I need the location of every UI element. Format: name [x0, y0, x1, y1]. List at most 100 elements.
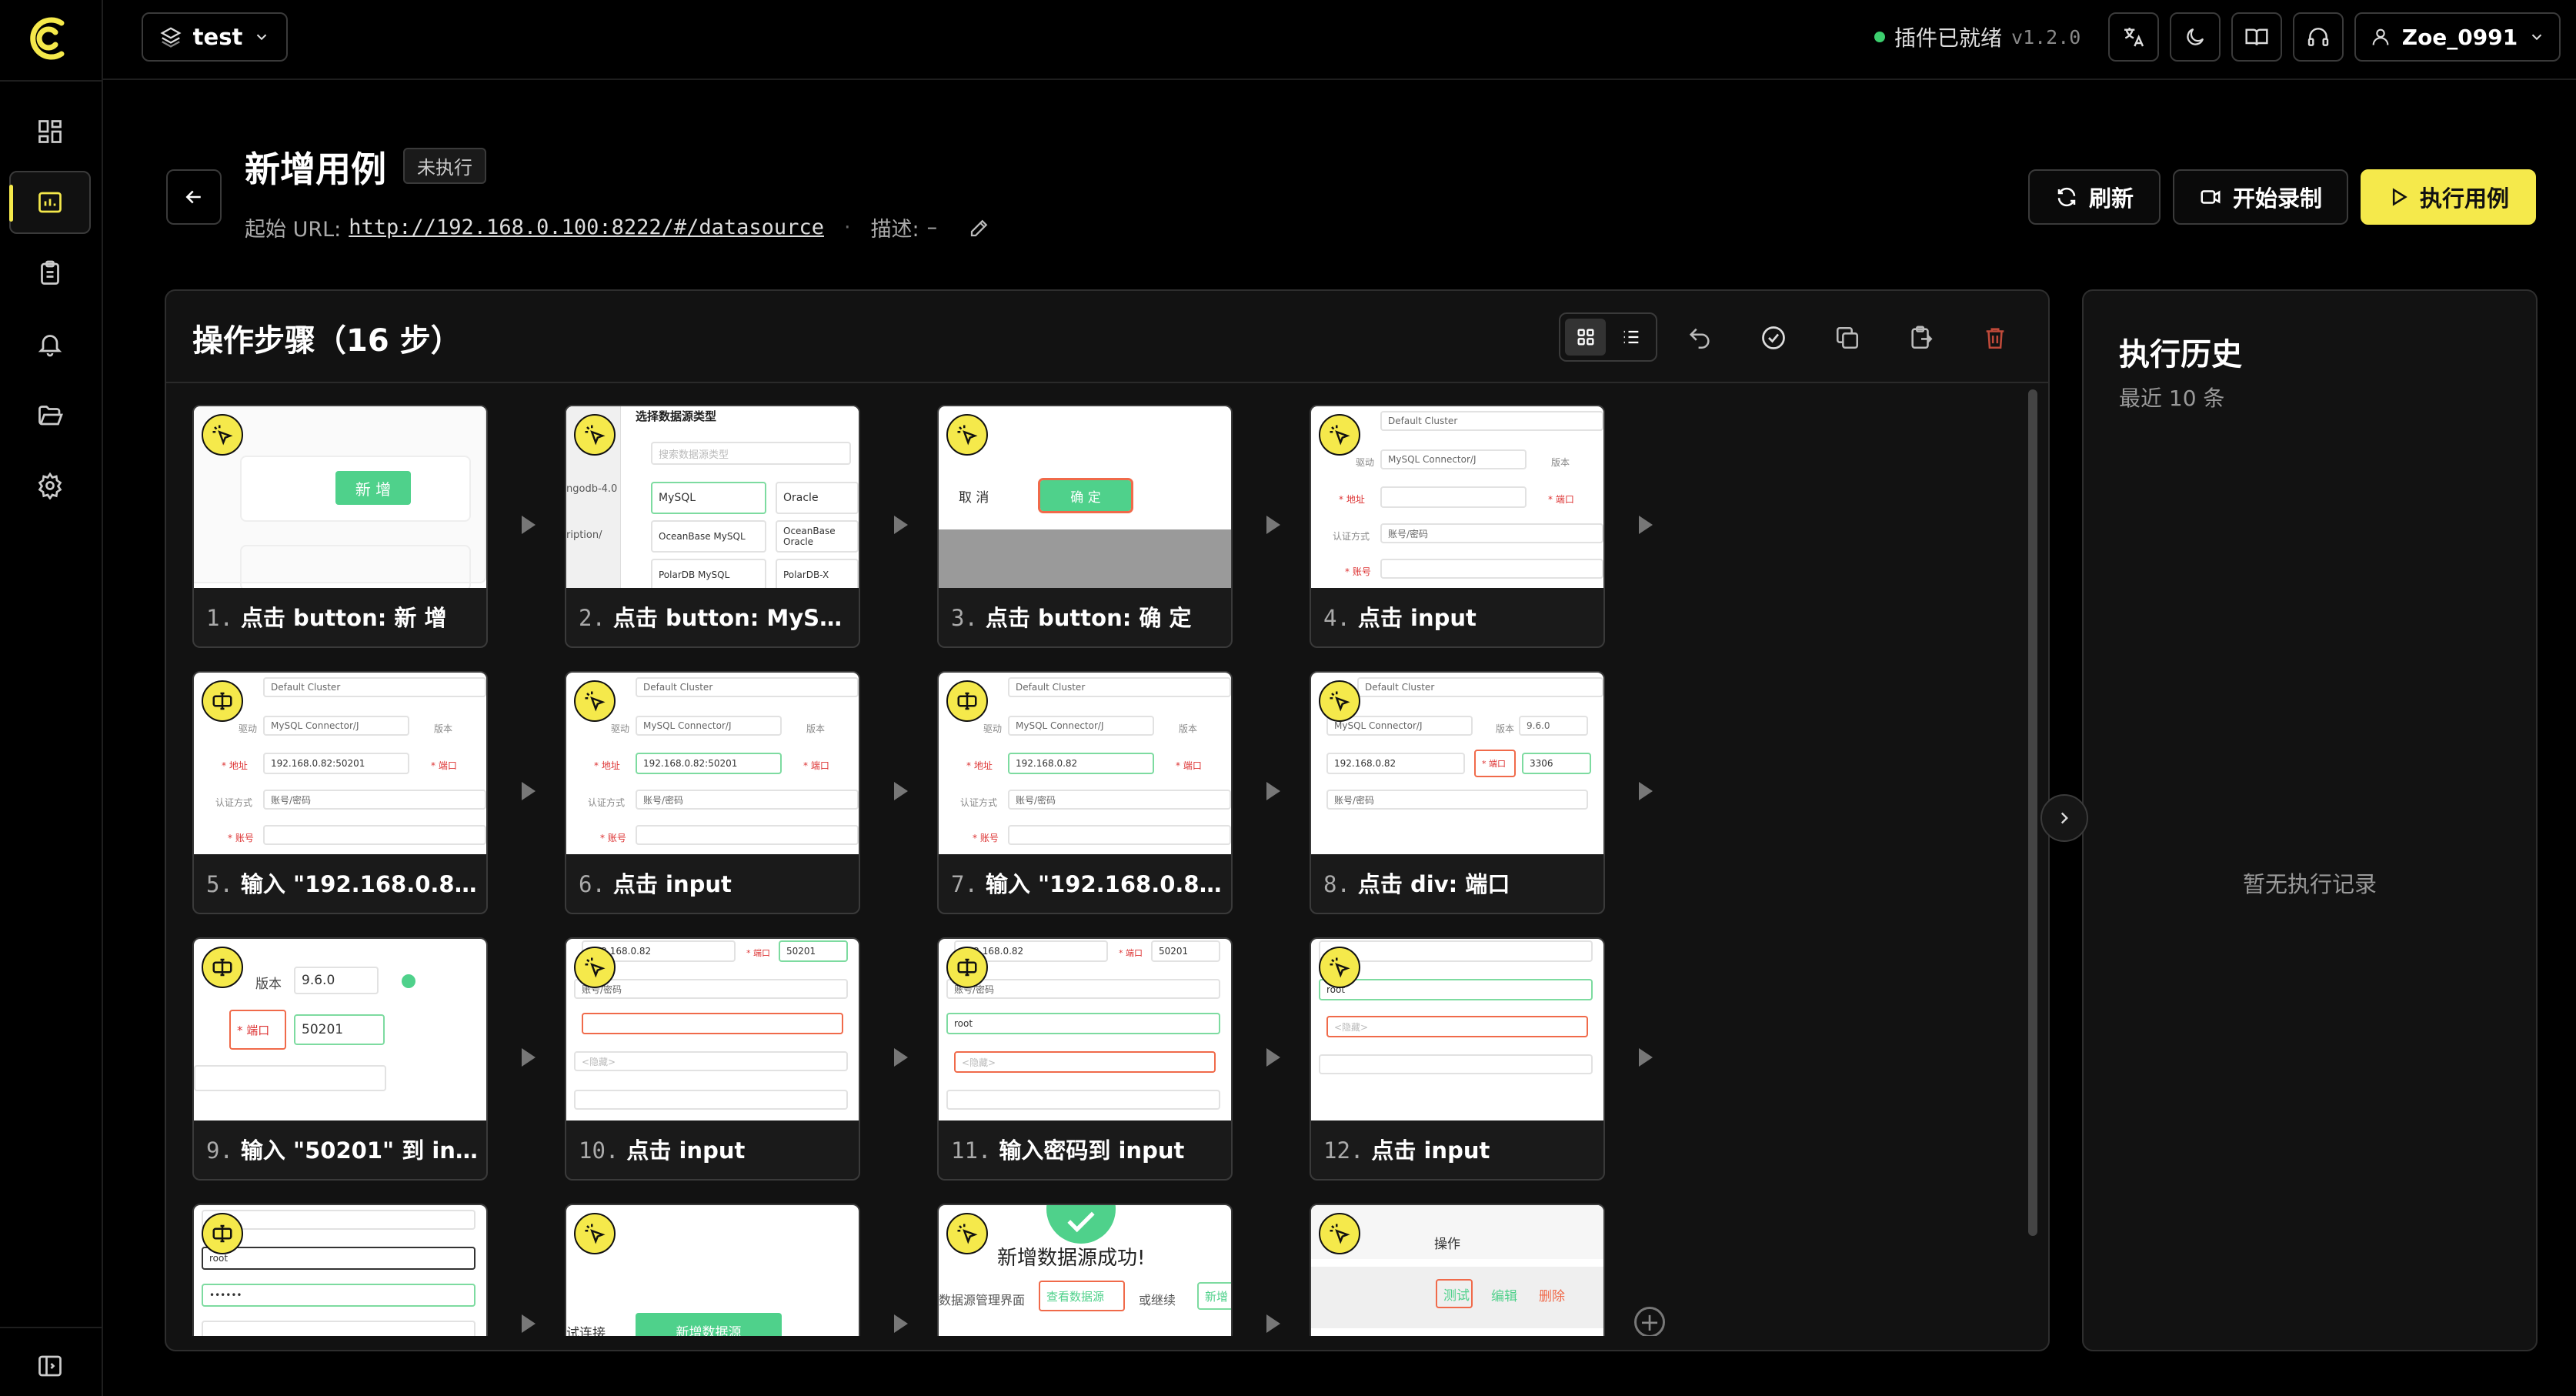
nav-settings[interactable]	[9, 454, 91, 517]
step-arrow	[1266, 1314, 1280, 1333]
add-step-button[interactable]: +	[1634, 1307, 1665, 1336]
collapse-sidebar-button[interactable]	[9, 1339, 91, 1393]
chevron-down-icon	[2532, 34, 2542, 41]
steps-title: 操作步骤（16 步）	[192, 323, 462, 359]
step-arrow	[522, 516, 536, 534]
status-dot	[1874, 32, 1885, 42]
username: Zoe_0991	[2401, 24, 2518, 50]
step-card[interactable]: Default Cluster 驱动 MySQL Connector/J 版本 …	[565, 671, 860, 914]
step-card[interactable]: Default Cluster 驱动 MySQL Connector/J 版本 …	[192, 671, 488, 914]
delete-button[interactable]	[1976, 319, 2014, 357]
pencil-icon[interactable]	[968, 216, 991, 239]
paste-button[interactable]	[1902, 319, 1940, 357]
grid-view-button[interactable]	[1565, 319, 1606, 356]
headset-icon	[2307, 28, 2329, 46]
step-card[interactable]: root <隐藏> 12. 点击 input	[1310, 937, 1605, 1181]
step-arrow	[1639, 782, 1653, 800]
undo-button[interactable]	[1680, 319, 1719, 357]
view-toggle	[1559, 312, 1657, 362]
copy-icon	[1836, 326, 1859, 349]
step-arrow	[522, 1048, 536, 1067]
translate-button[interactable]	[2108, 12, 2159, 62]
step-caption: 9. 输入 "50201" 到 input	[206, 1137, 479, 1164]
back-button[interactable]	[166, 169, 222, 225]
start-recording-button[interactable]: 开始录制	[2173, 169, 2348, 225]
step-card[interactable]: root ••••••	[192, 1204, 488, 1336]
click-action-icon	[1319, 680, 1360, 722]
step-card[interactable]: 版本 9.6.0 * 端口 50201 9. 输入 "50201" 到 input	[192, 937, 488, 1181]
click-action-icon	[946, 1213, 988, 1254]
input-action-icon	[202, 947, 243, 988]
step-card[interactable]: Default Cluster MySQL Connector/J 版本 9.6…	[1310, 671, 1605, 914]
thumb-add-datasource-button: 新增数据源	[636, 1313, 782, 1336]
steps-grid: 新 增 1. 点击 button: 新 增 ngodb-4.0 ription/ …	[192, 405, 2024, 1336]
click-action-icon	[574, 414, 616, 456]
step-card[interactable]: 192.168.0.82 * 端口 50201 账号/密码 root <隐藏> …	[937, 937, 1233, 1181]
click-action-icon	[1319, 414, 1360, 456]
click-action-icon	[946, 414, 988, 456]
input-action-icon	[946, 680, 988, 722]
nav-files[interactable]	[9, 383, 91, 446]
execute-label: 执行用例	[2419, 185, 2509, 212]
app-logo[interactable]	[22, 15, 75, 62]
step-caption: 10. 点击 input	[579, 1137, 746, 1164]
page-title: 新增用例	[245, 149, 386, 190]
step-card[interactable]: 操作 测试 编辑 删除	[1310, 1204, 1605, 1336]
step-card[interactable]: 取 消 确 定 3. 点击 button: 确 定	[937, 405, 1233, 648]
thumb-add-button: 新 增	[335, 471, 411, 505]
user-menu[interactable]: Zoe_0991	[2354, 12, 2561, 62]
chevron-right-icon	[2060, 812, 2068, 824]
thumb-ok-button: 确 定	[1038, 478, 1133, 513]
input-action-icon	[946, 947, 988, 988]
chevron-down-icon	[257, 34, 267, 41]
project-selector[interactable]: test	[142, 12, 288, 62]
input-action-icon	[202, 680, 243, 722]
history-title: 执行历史	[2119, 337, 2242, 372]
refresh-button[interactable]: 刷新	[2028, 169, 2161, 225]
refresh-label: 刷新	[2088, 185, 2134, 212]
step-card[interactable]: Default Cluster 驱动 MySQL Connector/J 版本 …	[1310, 405, 1605, 648]
step-card[interactable]: 192.168.0.82 * 端口 50201 账号/密码 <隐藏> 10. 点击…	[565, 937, 860, 1181]
moon-icon	[2187, 28, 2204, 45]
status-badge: 未执行	[403, 148, 486, 184]
execute-case-button[interactable]: 执行用例	[2361, 169, 2536, 225]
step-arrow	[894, 516, 908, 534]
nav-dashboard[interactable]	[9, 100, 91, 163]
test-case-icon	[38, 192, 62, 213]
step-card[interactable]: Default Cluster 驱动 MySQL Connector/J 版本 …	[937, 671, 1233, 914]
folder-icon	[38, 406, 63, 426]
step-card[interactable]: 试连接 新增数据源	[565, 1204, 860, 1336]
nav-test-cases[interactable]	[9, 171, 91, 234]
history-empty-text: 暂无执行记录	[2242, 871, 2377, 897]
input-action-icon	[202, 1213, 243, 1254]
arrow-left-icon	[185, 190, 201, 204]
translate-icon	[2124, 28, 2144, 47]
start-url-link[interactable]: http://192.168.0.100:8222/#/datasource	[349, 215, 824, 239]
validate-button[interactable]	[1754, 319, 1793, 357]
docs-button[interactable]	[2231, 12, 2282, 62]
copy-button[interactable]	[1828, 319, 1867, 357]
list-icon	[1623, 330, 1638, 344]
step-card[interactable]: 新增数据源成功! 数据源管理界面 查看数据源 或继续 新增	[937, 1204, 1233, 1336]
layers-icon	[160, 27, 182, 48]
status-text: 插件已就绪	[1894, 25, 2003, 51]
plus-icon: +	[1639, 1307, 1660, 1336]
trash-icon	[1986, 328, 2004, 349]
steps-scrollbar[interactable]	[2028, 389, 2037, 1236]
step-caption: 3. 点击 button: 确 定	[951, 605, 1192, 631]
record-label: 开始录制	[2232, 185, 2322, 212]
step-caption: 5.输入 "192.168.0.82:50201" 到 input	[206, 871, 479, 897]
step-card[interactable]: ngodb-4.0 ription/ 选择数据源类型 搜索数据源类型 MySQL…	[565, 405, 860, 648]
support-button[interactable]	[2293, 12, 2344, 62]
step-arrow	[894, 782, 908, 800]
step-card[interactable]: 新 增 1. 点击 button: 新 增	[192, 405, 488, 648]
history-toggle-button[interactable]	[2040, 794, 2088, 842]
nav-notifications[interactable]	[9, 312, 91, 376]
list-view-button[interactable]	[1610, 319, 1651, 356]
nav-reports[interactable]	[9, 242, 91, 305]
step-arrow	[522, 782, 536, 800]
meta-separator: ·	[843, 215, 851, 239]
clipboard-paste-icon	[1911, 326, 1933, 349]
click-action-icon	[574, 1213, 616, 1254]
theme-toggle-button[interactable]	[2170, 12, 2221, 62]
